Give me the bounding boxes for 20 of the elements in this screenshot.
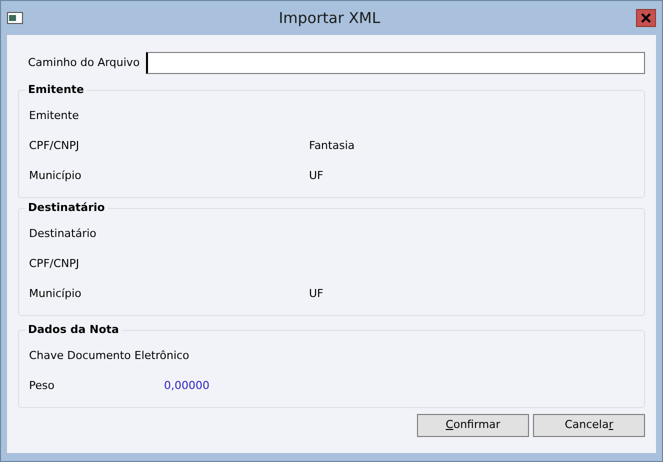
field-label: UF bbox=[309, 286, 324, 302]
field-label: Caminho do Arquivo bbox=[28, 54, 140, 71]
field-label: Município bbox=[29, 286, 82, 302]
window-title: Importar XML bbox=[278, 8, 382, 29]
field-label: UF bbox=[309, 168, 324, 184]
close-button[interactable] bbox=[636, 9, 656, 27]
field-label: CPF/CNPJ bbox=[29, 138, 80, 154]
field-label: CPF/CNPJ bbox=[29, 256, 80, 272]
close-icon bbox=[641, 13, 651, 23]
field-label: Chave Documento Eletrônico bbox=[29, 348, 190, 364]
field-label: Peso bbox=[29, 378, 56, 394]
field-label: Emitente bbox=[29, 108, 80, 124]
field-label: Fantasia bbox=[309, 138, 356, 154]
dialog-button[interactable]: Confirmar bbox=[417, 414, 529, 437]
dialog-button[interactable]: Cancelar bbox=[533, 414, 645, 437]
file-path-field[interactable] bbox=[146, 52, 645, 74]
window-icon bbox=[7, 12, 23, 24]
field-label: Município bbox=[29, 168, 82, 184]
field-label: Destinatário bbox=[29, 226, 98, 242]
field-value: 0,00000 bbox=[164, 378, 210, 394]
